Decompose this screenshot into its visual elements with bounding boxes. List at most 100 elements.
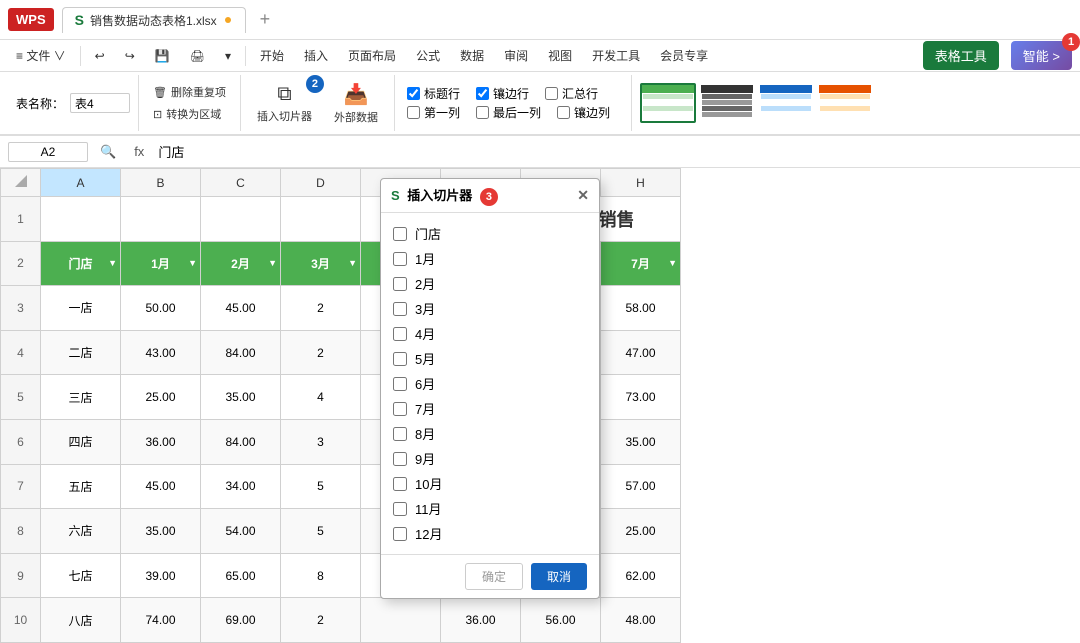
slicer-cancel-button[interactable]: 取消: [531, 563, 587, 590]
cell-store-7[interactable]: 五店: [41, 464, 121, 509]
cell-mar-7[interactable]: 5: [281, 464, 361, 509]
slicer-item-jul[interactable]: 7月: [393, 396, 587, 421]
menu-dev-tools[interactable]: 开发工具: [584, 43, 648, 68]
header-cell-store[interactable]: 门店▼: [41, 241, 121, 286]
slicer-item-aug[interactable]: 8月: [393, 421, 587, 446]
cell-jul-10[interactable]: 48.00: [601, 598, 681, 643]
cell-mar-4[interactable]: 2: [281, 330, 361, 375]
slicer-item-dec[interactable]: 12月: [393, 521, 587, 546]
slicer-cb-aug[interactable]: [393, 427, 407, 441]
menu-data[interactable]: 数据: [452, 43, 492, 68]
cb-last-col-input[interactable]: [476, 106, 489, 119]
cell-D1[interactable]: [281, 197, 361, 242]
insert-slicer-button[interactable]: ⧉ 插入切片器 2: [249, 79, 320, 128]
cell-jan-9[interactable]: 39.00: [121, 553, 201, 598]
cb-border-row-input[interactable]: [476, 87, 489, 100]
remove-dup-button[interactable]: 🗑 删除重复项: [147, 82, 232, 102]
header-cell-mar[interactable]: 3月▼: [281, 241, 361, 286]
cell-store-4[interactable]: 二店: [41, 330, 121, 375]
slicer-item-jun[interactable]: 6月: [393, 371, 587, 396]
col-header-D[interactable]: D: [281, 169, 361, 197]
col-header-C[interactable]: C: [201, 169, 281, 197]
cell-mar-3[interactable]: 2: [281, 286, 361, 331]
dropdown-arrow-store[interactable]: ▼: [108, 258, 117, 268]
slicer-cb-feb[interactable]: [393, 277, 407, 291]
cell-mar-8[interactable]: 5: [281, 509, 361, 554]
function-search-icon[interactable]: 🔍: [94, 144, 122, 160]
cell-mar-6[interactable]: 3: [281, 419, 361, 464]
header-cell-jul[interactable]: 7月▼: [601, 241, 681, 286]
slicer-cb-jun[interactable]: [393, 377, 407, 391]
menu-formula[interactable]: 公式: [408, 43, 448, 68]
cell-feb-5[interactable]: 35.00: [201, 375, 281, 420]
cell-jan-10[interactable]: 74.00: [121, 598, 201, 643]
cell-store-10[interactable]: 八店: [41, 598, 121, 643]
menu-review[interactable]: 审阅: [496, 43, 536, 68]
cell-store-8[interactable]: 六店: [41, 509, 121, 554]
slicer-cb-may[interactable]: [393, 352, 407, 366]
col-header-B[interactable]: B: [121, 169, 201, 197]
cell-store-6[interactable]: 四店: [41, 419, 121, 464]
cell-jan-6[interactable]: 36.00: [121, 419, 201, 464]
cell-feb-4[interactable]: 84.00: [201, 330, 281, 375]
slicer-cb-jul[interactable]: [393, 402, 407, 416]
header-cell-feb[interactable]: 2月▼: [201, 241, 281, 286]
menu-view[interactable]: 视图: [540, 43, 580, 68]
dropdown-arrow-jan[interactable]: ▼: [188, 258, 197, 268]
cb-total-row-input[interactable]: [545, 87, 558, 100]
menu-start[interactable]: 开始: [252, 43, 292, 68]
to-range-button[interactable]: ⊡ 转换为区域: [147, 104, 232, 124]
slicer-cb-jan[interactable]: [393, 252, 407, 266]
cell-mar-10[interactable]: 2: [281, 598, 361, 643]
style-swatch-blue[interactable]: [758, 83, 814, 123]
slicer-item-jan[interactable]: 1月: [393, 246, 587, 271]
slicer-item-oct[interactable]: 10月: [393, 471, 587, 496]
menu-save-icon[interactable]: 💾: [147, 45, 178, 67]
style-swatch-dark[interactable]: [699, 83, 755, 123]
slicer-cb-store[interactable]: [393, 227, 407, 241]
slicer-item-nov[interactable]: 11月: [393, 496, 587, 521]
slicer-item-sep[interactable]: 9月: [393, 446, 587, 471]
slicer-item-may[interactable]: 5月: [393, 346, 587, 371]
cell-jul-9[interactable]: 62.00: [601, 553, 681, 598]
header-cell-jan[interactable]: 1月▼: [121, 241, 201, 286]
external-data-button[interactable]: 📥 外部数据: [326, 78, 386, 129]
cell-jan-7[interactable]: 45.00: [121, 464, 201, 509]
add-tab-button[interactable]: +: [254, 9, 277, 30]
style-swatch-green[interactable]: [640, 83, 696, 123]
table-tools-button[interactable]: 表格工具: [923, 41, 999, 70]
menu-page-layout[interactable]: 页面布局: [340, 43, 404, 68]
table-name-input[interactable]: [70, 93, 130, 113]
slicer-cb-mar[interactable]: [393, 302, 407, 316]
cell-feb-10[interactable]: 69.00: [201, 598, 281, 643]
cell-feb-8[interactable]: 54.00: [201, 509, 281, 554]
active-tab[interactable]: S 销售数据动态表格1.xlsx: [62, 7, 246, 33]
slicer-item-store[interactable]: 门店: [393, 221, 587, 246]
cell-A1[interactable]: [41, 197, 121, 242]
cell-store-3[interactable]: 一店: [41, 286, 121, 331]
style-swatch-orange[interactable]: [817, 83, 873, 123]
formula-input[interactable]: [156, 142, 1072, 161]
cell-jul-5[interactable]: 73.00: [601, 375, 681, 420]
cell-reference-input[interactable]: [8, 142, 88, 162]
cell-store-5[interactable]: 三店: [41, 375, 121, 420]
dropdown-arrow-jul[interactable]: ▼: [668, 258, 677, 268]
cell-jul-8[interactable]: 25.00: [601, 509, 681, 554]
cell-mar-5[interactable]: 4: [281, 375, 361, 420]
menu-insert[interactable]: 插入: [296, 43, 336, 68]
cell-jul-3[interactable]: 58.00: [601, 286, 681, 331]
cell-jun-10[interactable]: 56.00: [521, 598, 601, 643]
slicer-item-feb[interactable]: 2月: [393, 271, 587, 296]
slicer-confirm-button[interactable]: 确定: [465, 563, 523, 590]
slicer-item-mar[interactable]: 3月: [393, 296, 587, 321]
cell-feb-3[interactable]: 45.00: [201, 286, 281, 331]
cell-jan-8[interactable]: 35.00: [121, 509, 201, 554]
cb-first-col-input[interactable]: [407, 106, 420, 119]
slicer-item-apr[interactable]: 4月: [393, 321, 587, 346]
slicer-cb-oct[interactable]: [393, 477, 407, 491]
cell-B1[interactable]: [121, 197, 201, 242]
slicer-cb-nov[interactable]: [393, 502, 407, 516]
menu-file[interactable]: ≡ 文件 ∨: [8, 43, 74, 68]
cell-may-10[interactable]: 36.00: [441, 598, 521, 643]
cell-feb-7[interactable]: 34.00: [201, 464, 281, 509]
